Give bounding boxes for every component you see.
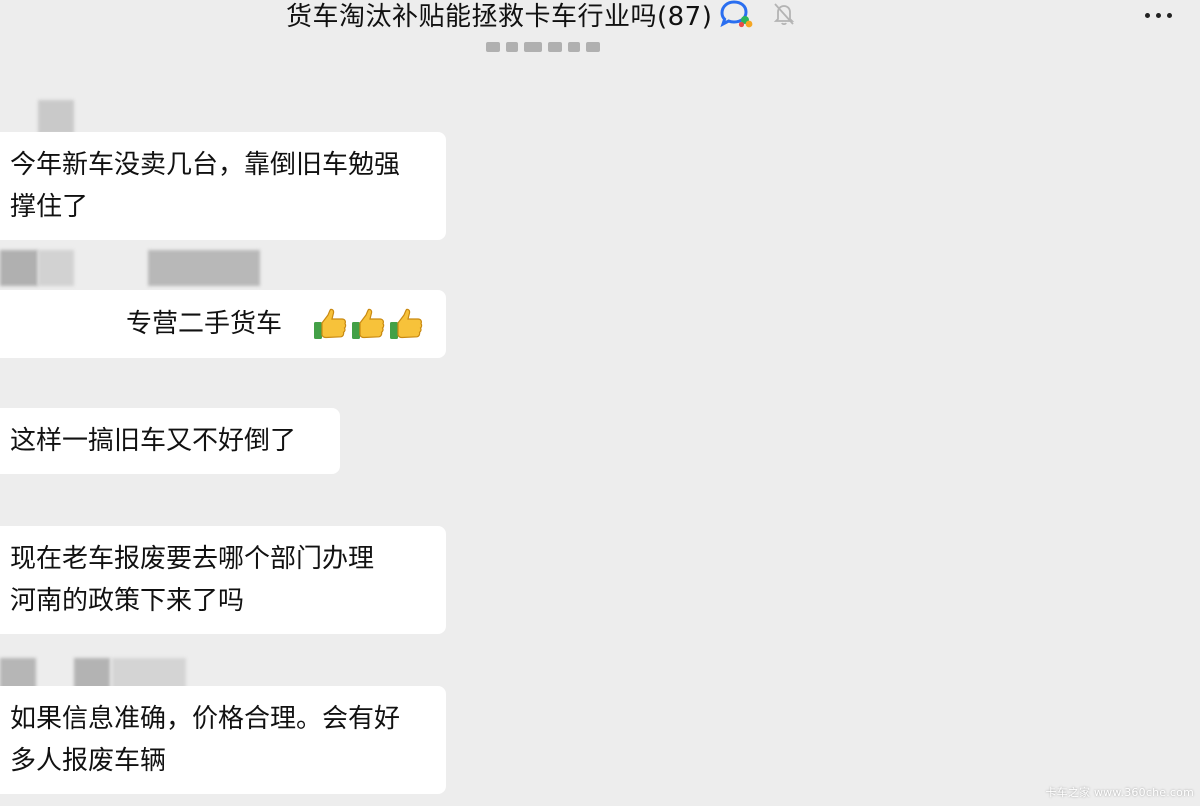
chat-ai-icon[interactable] xyxy=(718,0,754,29)
message-text: 河南的政策下来了吗 xyxy=(10,586,245,616)
message-bubble[interactable]: 专营二手货车 xyxy=(0,290,446,358)
more-dots-icon xyxy=(1145,12,1150,18)
message-bubble[interactable]: 今年新车没卖几台，靠倒旧车勉强 撑住了 xyxy=(0,132,446,240)
thumbs-up-emoji-group xyxy=(312,306,424,342)
message-bubble[interactable]: 如果信息准确，价格合理。会有好 多人报废车辆 xyxy=(0,686,446,794)
nickname-blur xyxy=(148,250,260,286)
chat-header: 货车淘汰补贴能拯救卡车行业吗(87) xyxy=(0,0,1200,40)
group-chat-title[interactable]: 货车淘汰补贴能拯救卡车行业吗(87) xyxy=(286,0,712,33)
thumbs-up-icon xyxy=(352,308,385,339)
message-text: 现在老车报废要去哪个部门办理 xyxy=(10,544,375,574)
message-text: 如果信息准确，价格合理。会有好 xyxy=(10,704,401,734)
watermark: 卡车之家 www.360che.com xyxy=(1045,786,1194,799)
thumbs-up-icon xyxy=(390,308,423,339)
message-text: 今年新车没卖几台，靠倒旧车勉强 xyxy=(10,150,401,180)
message-text: 多人报废车辆 xyxy=(10,746,167,776)
more-options-button[interactable] xyxy=(1145,0,1172,30)
message-text: 这样一搞旧车又不好倒了 xyxy=(10,426,297,456)
message-text: 专营二手货车 xyxy=(126,309,283,339)
message-bubble[interactable]: 这样一搞旧车又不好倒了 xyxy=(0,408,340,474)
nickname-blur xyxy=(0,250,38,286)
thumbs-up-icon xyxy=(314,308,347,339)
message-bubble[interactable]: 现在老车报废要去哪个部门办理 河南的政策下来了吗 xyxy=(0,526,446,634)
nickname-blur xyxy=(38,250,74,286)
avatar-blur xyxy=(38,100,74,134)
chat-title-group: 货车淘汰补贴能拯救卡车行业吗(87) xyxy=(286,0,796,38)
message-text: 撑住了 xyxy=(10,192,89,222)
timestamp-residue xyxy=(486,40,616,54)
bell-muted-icon xyxy=(774,3,795,26)
